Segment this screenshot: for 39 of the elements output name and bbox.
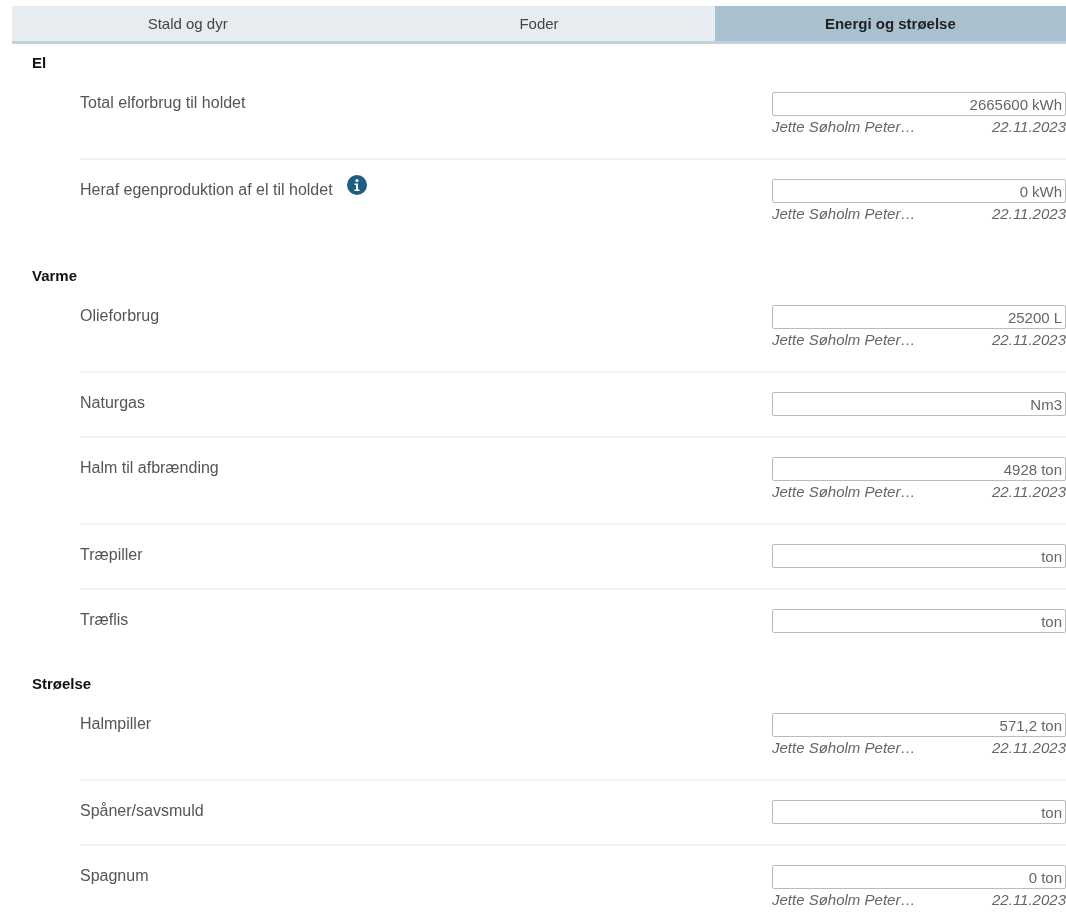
field-label: Total elforbrug til holdet: [80, 93, 246, 113]
entry-date: 22.11.2023: [992, 890, 1066, 910]
field-label: Træflis: [80, 610, 129, 630]
entry-date: 22.11.2023: [992, 738, 1066, 758]
tab[interactable]: Stald og dyr: [12, 6, 364, 41]
input-field[interactable]: ton: [772, 800, 1066, 824]
field-label: Naturgas: [80, 393, 145, 413]
tab[interactable]: Foder: [363, 6, 715, 41]
entry-date: 22.11.2023: [992, 117, 1066, 137]
field-label: Træpiller: [80, 545, 143, 565]
entry-date: 22.11.2023: [992, 482, 1066, 502]
author-name: Jette Søholm Peter…: [772, 482, 916, 502]
input-field[interactable]: 4928 ton: [772, 457, 1066, 481]
info-icon[interactable]: [346, 175, 367, 195]
author-name: Jette Søholm Peter…: [772, 117, 916, 137]
author-name: Jette Søholm Peter…: [772, 890, 916, 910]
entry-date: 22.11.2023: [992, 330, 1066, 350]
section-heading: Varme: [31, 266, 79, 286]
field-label: Spagnum: [80, 866, 149, 886]
entry-date: 22.11.2023: [992, 204, 1066, 224]
field-label: Olieforbrug: [80, 306, 160, 326]
input-field[interactable]: Nm3: [772, 392, 1066, 416]
section-heading: Strøelse: [31, 674, 93, 694]
field-label: Spåner/savsmuld: [80, 801, 204, 821]
tab[interactable]: Energi og strøelse: [714, 6, 1066, 41]
field-label: Halm til afbrænding: [80, 458, 219, 478]
section-heading: El: [31, 53, 48, 73]
input-field[interactable]: ton: [772, 609, 1066, 633]
input-field[interactable]: 2665600 kWh: [772, 92, 1066, 116]
field-label: Halmpiller: [80, 714, 152, 734]
author-name: Jette Søholm Peter…: [772, 204, 916, 224]
input-field[interactable]: 25200 L: [772, 305, 1066, 329]
input-field[interactable]: 0 ton: [772, 865, 1066, 889]
author-name: Jette Søholm Peter…: [772, 738, 916, 758]
field-label: Heraf egenproduktion af el til holdet: [80, 180, 333, 200]
input-field[interactable]: ton: [772, 544, 1066, 568]
input-field[interactable]: 571,2 ton: [772, 713, 1066, 737]
author-name: Jette Søholm Peter…: [772, 330, 916, 350]
input-field[interactable]: 0 kWh: [772, 179, 1066, 203]
